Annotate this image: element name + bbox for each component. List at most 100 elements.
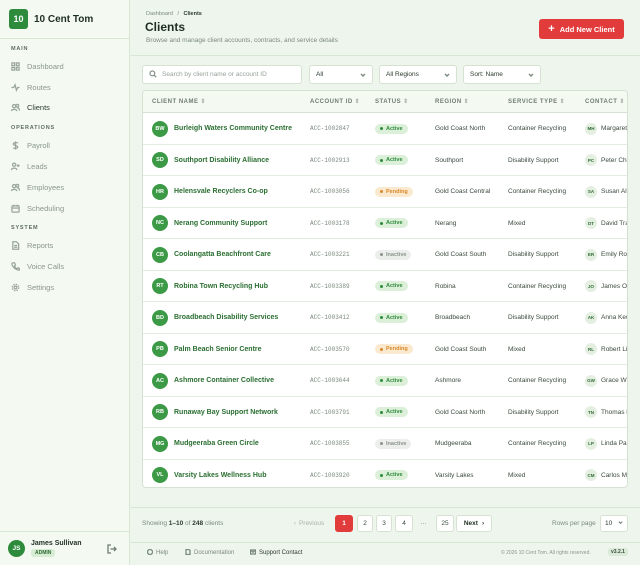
- sidebar-item-label: Scheduling: [27, 204, 65, 213]
- column-header-status[interactable]: STATUS ⇕: [375, 98, 409, 105]
- client-name[interactable]: Southport Disability Alliance: [174, 157, 269, 164]
- contact-avatar: GW: [585, 374, 597, 387]
- client-cell[interactable]: BW Burleigh Waters Community Centre: [152, 113, 292, 145]
- client-name[interactable]: Runaway Bay Support Network: [174, 409, 278, 416]
- sort-icon: ⇕: [354, 99, 361, 105]
- calendar-icon: [11, 204, 20, 213]
- client-name[interactable]: Helensvale Recyclers Co-op: [174, 188, 268, 195]
- table-row[interactable]: CB Coolangatta Beachfront Care ACC-1003221…: [143, 239, 627, 271]
- client-cell[interactable]: MG Mudgeeraba Green Circle: [152, 428, 259, 460]
- page-button-4[interactable]: 4: [395, 515, 413, 532]
- status-filter[interactable]: All: [309, 65, 373, 84]
- account-id: ACC-1002913: [310, 156, 350, 164]
- table-row[interactable]: SD Southport Disability Alliance ACC-10029…: [143, 145, 627, 177]
- client-avatar: BW: [152, 120, 168, 137]
- client-cell[interactable]: HR Helensvale Recyclers Co-op: [152, 176, 268, 208]
- sidebar-item-leads[interactable]: Leads: [4, 157, 125, 176]
- column-header-contact[interactable]: CONTACT ⇕: [585, 98, 625, 105]
- page-button-2[interactable]: 2: [357, 515, 373, 532]
- client-name[interactable]: Broadbeach Disability Services: [174, 314, 278, 321]
- client-cell[interactable]: VL Varsity Lakes Wellness Hub: [152, 460, 266, 488]
- previous-page-button[interactable]: ‹ Previous: [286, 515, 332, 532]
- contact-avatar: PC: [585, 154, 597, 167]
- client-name[interactable]: Varsity Lakes Wellness Hub: [174, 472, 266, 479]
- sidebar-item-reports[interactable]: Reports: [4, 236, 125, 255]
- client-cell[interactable]: BD Broadbeach Disability Services: [152, 302, 278, 334]
- client-cell[interactable]: PB Palm Beach Senior Centre: [152, 334, 262, 366]
- client-cell[interactable]: RT Robina Town Recycling Hub: [152, 271, 268, 303]
- search-box[interactable]: [142, 65, 302, 84]
- contact-avatar: MH: [585, 122, 597, 135]
- user-profile[interactable]: JS James Sullivan ADMIN: [8, 540, 82, 557]
- region: Gold Coast South: [435, 345, 487, 353]
- help-link[interactable]: Help: [146, 548, 168, 557]
- client-name[interactable]: Ashmore Container Collective: [174, 377, 274, 384]
- service-type: Disability Support: [508, 156, 559, 164]
- contact-cell: LP Linda Park: [585, 428, 627, 460]
- sidebar-item-routes[interactable]: Routes: [4, 78, 125, 97]
- search-input[interactable]: [162, 71, 297, 78]
- table-row[interactable]: AC Ashmore Container Collective ACC-100364…: [143, 365, 627, 397]
- client-avatar: MG: [152, 435, 168, 452]
- sidebar-item-employees[interactable]: Employees: [4, 178, 125, 197]
- table-row[interactable]: RT Robina Town Recycling Hub ACC-1003389 Ac…: [143, 271, 627, 303]
- table-row[interactable]: RB Runaway Bay Support Network ACC-1003791…: [143, 397, 627, 429]
- sidebar-item-dashboard[interactable]: Dashboard: [4, 57, 125, 76]
- previous-label: Previous: [298, 520, 325, 527]
- service-type: Container Recycling: [508, 188, 567, 196]
- contact-cell: GW Grace Wilson: [585, 365, 627, 397]
- client-cell[interactable]: CB Coolangatta Beachfront Care: [152, 239, 271, 271]
- client-name[interactable]: Palm Beach Senior Centre: [174, 346, 262, 353]
- table-row[interactable]: NC Nerang Community Support ACC-1003178 Act…: [143, 208, 627, 240]
- support-contact-link[interactable]: Support Contact: [249, 549, 302, 557]
- client-name[interactable]: Mudgeeraba Green Circle: [174, 440, 259, 447]
- client-name[interactable]: Nerang Community Support: [174, 220, 267, 227]
- sidebar-item-scheduling[interactable]: Scheduling: [4, 199, 125, 218]
- dollar-icon: [11, 141, 20, 150]
- rows-per-page-select[interactable]: 10: [600, 515, 628, 532]
- sidebar-item-clients[interactable]: Clients: [4, 98, 125, 117]
- contact-name: Thomas Nash: [601, 408, 627, 416]
- account-id: ACC-1003178: [310, 219, 350, 227]
- region: Gold Coast South: [435, 251, 487, 259]
- sidebar-item-settings[interactable]: Settings: [4, 278, 125, 297]
- client-cell[interactable]: NC Nerang Community Support: [152, 208, 267, 240]
- table-row[interactable]: MG Mudgeeraba Green Circle ACC-1003855 Inac…: [143, 428, 627, 460]
- breadcrumb-root[interactable]: Dashboard: [146, 11, 173, 17]
- client-name[interactable]: Coolangatta Beachfront Care: [174, 251, 271, 258]
- user-name: James Sullivan: [31, 540, 82, 547]
- sort-select[interactable]: Sort: Name: [463, 65, 541, 84]
- column-header-account-id[interactable]: ACCOUNT ID ⇕: [310, 98, 360, 105]
- sidebar-item-payroll[interactable]: Payroll: [4, 136, 125, 155]
- table-row[interactable]: BW Burleigh Waters Community Centre ACC-10…: [143, 113, 627, 145]
- add-client-button[interactable]: + Add New Client: [539, 19, 624, 39]
- next-page-button[interactable]: Next ›: [456, 515, 492, 532]
- table-row[interactable]: BD Broadbeach Disability Services ACC-1003…: [143, 302, 627, 334]
- page-button-last[interactable]: 25: [436, 515, 454, 532]
- documentation-link[interactable]: Documentation: [185, 548, 234, 557]
- column-header-service-type[interactable]: SERVICE TYPE ⇕: [508, 98, 565, 105]
- page-button-3[interactable]: 3: [376, 515, 392, 532]
- status-badge: Active: [375, 155, 408, 166]
- column-header-region[interactable]: REGION ⇕: [435, 98, 469, 105]
- region: Nerang: [435, 219, 457, 227]
- sidebar-item-voice-calls[interactable]: Voice Calls: [4, 257, 125, 276]
- table-row[interactable]: PB Palm Beach Senior Centre ACC-1003570 Pen…: [143, 334, 627, 366]
- sidebar-item-label: Routes: [27, 83, 51, 92]
- client-name[interactable]: Robina Town Recycling Hub: [174, 283, 268, 290]
- account-id: ACC-1003791: [310, 408, 350, 416]
- client-cell[interactable]: AC Ashmore Container Collective: [152, 365, 274, 397]
- service-type: Mixed: [508, 345, 526, 353]
- client-avatar: VL: [152, 467, 168, 484]
- users-icon: [11, 183, 20, 192]
- brand[interactable]: 10 10 Cent Tom: [9, 9, 93, 29]
- column-header-client-name[interactable]: CLIENT NAME ⇕: [152, 98, 206, 105]
- logout-icon[interactable]: [107, 544, 117, 554]
- page-button-1[interactable]: 1: [335, 515, 353, 532]
- table-row[interactable]: HR Helensvale Recyclers Co-op ACC-1003056 P…: [143, 176, 627, 208]
- client-cell[interactable]: RB Runaway Bay Support Network: [152, 397, 278, 429]
- table-row[interactable]: VL Varsity Lakes Wellness Hub ACC-1003920 A…: [143, 460, 627, 488]
- client-name[interactable]: Burleigh Waters Community Centre: [174, 125, 292, 132]
- region-filter[interactable]: All Regions: [379, 65, 457, 84]
- client-cell[interactable]: SD Southport Disability Alliance: [152, 145, 269, 177]
